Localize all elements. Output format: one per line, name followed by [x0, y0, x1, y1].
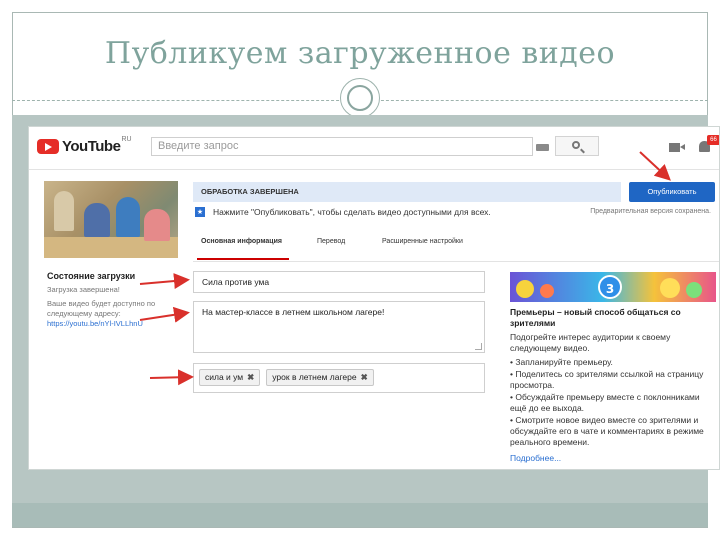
arrow-to-description-icon [139, 306, 190, 323]
arrow-to-title-icon [139, 273, 190, 290]
arrow-to-publish-icon [639, 151, 671, 181]
annotation-arrows [139, 151, 671, 386]
arrow-to-tags-icon [149, 369, 194, 386]
